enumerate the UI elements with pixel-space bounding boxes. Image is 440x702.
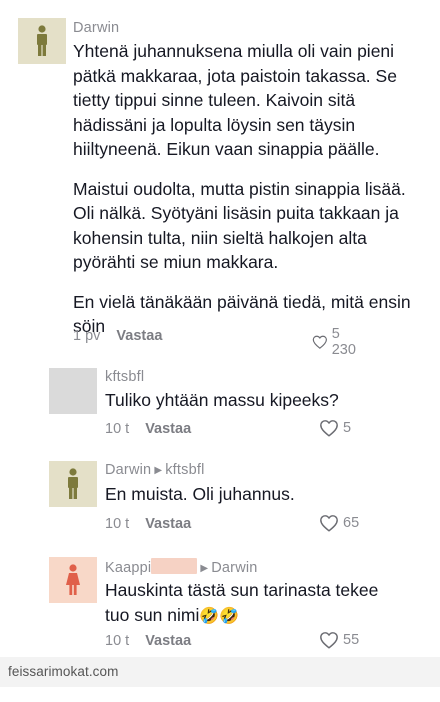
like-button[interactable]: 5 230 — [312, 326, 360, 358]
comment-text-content: Hauskinta tästä sun tarinasta tekee tuo … — [105, 580, 379, 625]
comment-meta: 10 t Vastaa — [105, 516, 191, 532]
username-label[interactable]: Kaappi — [105, 560, 151, 576]
like-button[interactable]: 5 — [319, 419, 351, 437]
timestamp: 10 t — [105, 633, 130, 649]
heart-icon — [320, 632, 338, 649]
person-icon — [68, 468, 78, 499]
comment-username[interactable]: Kaappi ▶ Darwin — [105, 558, 258, 576]
comment-paragraph: Maistui oudolta, mutta pistin sinappia l… — [73, 178, 406, 273]
avatar[interactable] — [49, 461, 97, 507]
heart-icon — [320, 420, 338, 437]
watermark-text: feissarimokat.com — [8, 664, 119, 679]
reply-to-label[interactable]: Darwin — [211, 560, 257, 576]
comment-meta: 10 t Vastaa — [105, 633, 191, 649]
comment-text: Hauskinta tästä sun tarinasta tekee tuo … — [105, 578, 405, 628]
like-count: 65 — [343, 515, 360, 531]
reply-arrow-icon: ▶ — [200, 563, 209, 574]
comment-body: Yhtenä juhannuksena miulla oli vain pien… — [73, 39, 413, 339]
reply-button[interactable]: Vastaa — [145, 633, 191, 649]
comment-username[interactable]: Darwin ▶ kftsbfl — [105, 462, 205, 478]
heart-icon — [320, 515, 338, 532]
woman-icon — [66, 564, 80, 595]
username-label[interactable]: Darwin — [73, 20, 119, 36]
reply-button[interactable]: Vastaa — [145, 421, 191, 437]
comment-username[interactable]: kftsbfl — [105, 369, 144, 385]
person-icon — [37, 25, 47, 56]
avatar[interactable] — [18, 18, 66, 64]
reply-to-label[interactable]: kftsbfl — [165, 462, 204, 478]
redaction-block — [151, 558, 198, 574]
comment-body: Hauskinta tästä sun tarinasta tekee tuo … — [105, 578, 405, 628]
avatar[interactable] — [49, 368, 97, 414]
like-count: 5 230 — [331, 326, 356, 358]
heart-icon — [312, 335, 327, 349]
like-button[interactable]: 65 — [319, 514, 359, 532]
watermark-bar: feissarimokat.com — [0, 657, 440, 687]
rofl-emoji-icon: 🤣🤣 — [199, 605, 240, 625]
username-label[interactable]: kftsbfl — [105, 369, 144, 385]
reply-button[interactable]: Vastaa — [116, 328, 162, 344]
comment-body: Tuliko yhtään massu kipeeks? — [105, 388, 415, 413]
like-count: 55 — [343, 632, 360, 648]
username-label[interactable]: Darwin — [105, 462, 151, 478]
comment-username[interactable]: Darwin — [73, 20, 119, 36]
like-count: 5 — [343, 420, 352, 436]
reply-button[interactable]: Vastaa — [145, 516, 191, 532]
comment-body: En muista. Oli juhannus. — [105, 482, 415, 507]
comment-meta: 1 pv Vastaa — [73, 328, 162, 344]
timestamp: 10 t — [105, 516, 130, 532]
avatar[interactable] — [49, 557, 97, 603]
timestamp: 10 t — [105, 421, 130, 437]
comment-meta: 10 t Vastaa — [105, 421, 191, 437]
timestamp: 1 pv — [73, 328, 101, 344]
like-button[interactable]: 55 — [319, 631, 359, 649]
comment-paragraph: Yhtenä juhannuksena miulla oli vain pien… — [73, 41, 397, 159]
comment-text: Tuliko yhtään massu kipeeks? — [105, 390, 339, 410]
reply-arrow-icon: ▶ — [154, 465, 163, 476]
comment-text: En muista. Oli juhannus. — [105, 484, 295, 504]
